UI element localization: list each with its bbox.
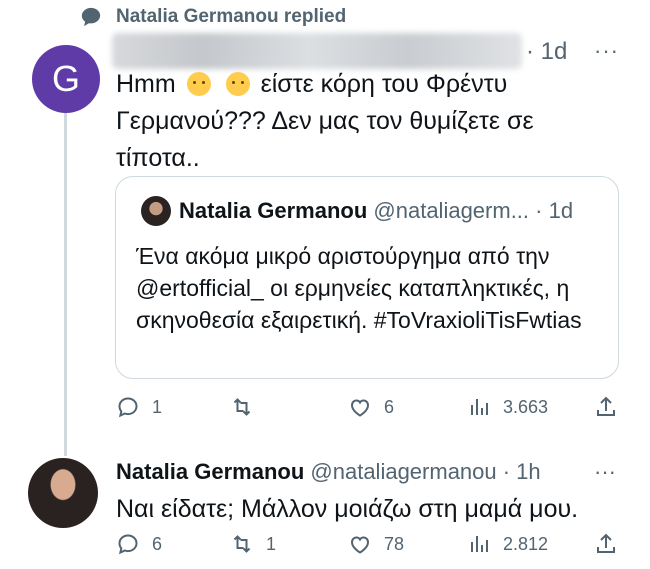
avatar[interactable] — [28, 458, 98, 528]
tweet-header: Natalia Germanou @nataliagermanou · 1h — [116, 459, 541, 484]
views-button[interactable]: 3.663 — [467, 395, 548, 419]
views-count: 2.812 — [503, 533, 549, 554]
retweet-button[interactable] — [230, 395, 266, 419]
share-icon — [597, 396, 615, 416]
thread-line — [64, 112, 67, 456]
thinking-face-icon — [225, 72, 250, 96]
tweet-text: Ναι είδατε; Μάλλον μοιάζω στη μαμά μου. — [116, 495, 579, 523]
retweet-count: 1 — [266, 533, 277, 554]
views-button[interactable]: 2.812 — [467, 532, 548, 556]
more-options-button[interactable]: ··· — [594, 38, 619, 64]
tweet-timestamp[interactable]: · 1d — [526, 38, 567, 66]
tweet-text: Hmm είστε κόρη του Φρέντυ Γερμανού??? Δε… — [116, 70, 534, 172]
heart-icon — [350, 399, 370, 417]
blurred-username — [112, 33, 522, 69]
quoted-tweet-text: Ένα ακόμα μικρό αριστούργημα από την @er… — [136, 243, 582, 333]
quoted-header: Natalia Germanou @nataliagerm... · 1d — [179, 198, 574, 223]
views-icon — [471, 536, 488, 552]
like-count: 78 — [384, 533, 405, 554]
like-button[interactable]: 78 — [348, 532, 404, 556]
views-icon — [471, 399, 488, 415]
retweet-button[interactable]: 1 — [230, 532, 276, 556]
retweet-icon — [233, 398, 251, 416]
reply-icon — [118, 534, 138, 555]
heart-icon — [350, 536, 370, 554]
share-button[interactable] — [594, 532, 618, 556]
more-options-button[interactable]: ··· — [594, 459, 616, 485]
share-button[interactable] — [594, 395, 618, 419]
share-icon — [597, 533, 615, 553]
like-count: 6 — [384, 396, 395, 417]
thinking-face-icon — [186, 72, 211, 96]
like-button[interactable]: 6 — [348, 395, 394, 419]
replied-label: Natalia Germanou replied — [116, 6, 347, 27]
reply-count: 6 — [152, 533, 163, 554]
views-count: 3.663 — [503, 396, 549, 417]
speech-bubble-icon — [81, 7, 101, 27]
reply-button[interactable]: 6 — [116, 532, 162, 556]
quoted-avatar — [141, 196, 171, 226]
avatar[interactable]: G — [32, 45, 100, 113]
reply-icon — [118, 397, 138, 418]
retweet-icon — [233, 535, 251, 553]
reply-count: 1 — [152, 396, 163, 417]
replied-header: Natalia Germanou replied — [80, 6, 346, 28]
reply-button[interactable]: 1 — [116, 395, 162, 419]
